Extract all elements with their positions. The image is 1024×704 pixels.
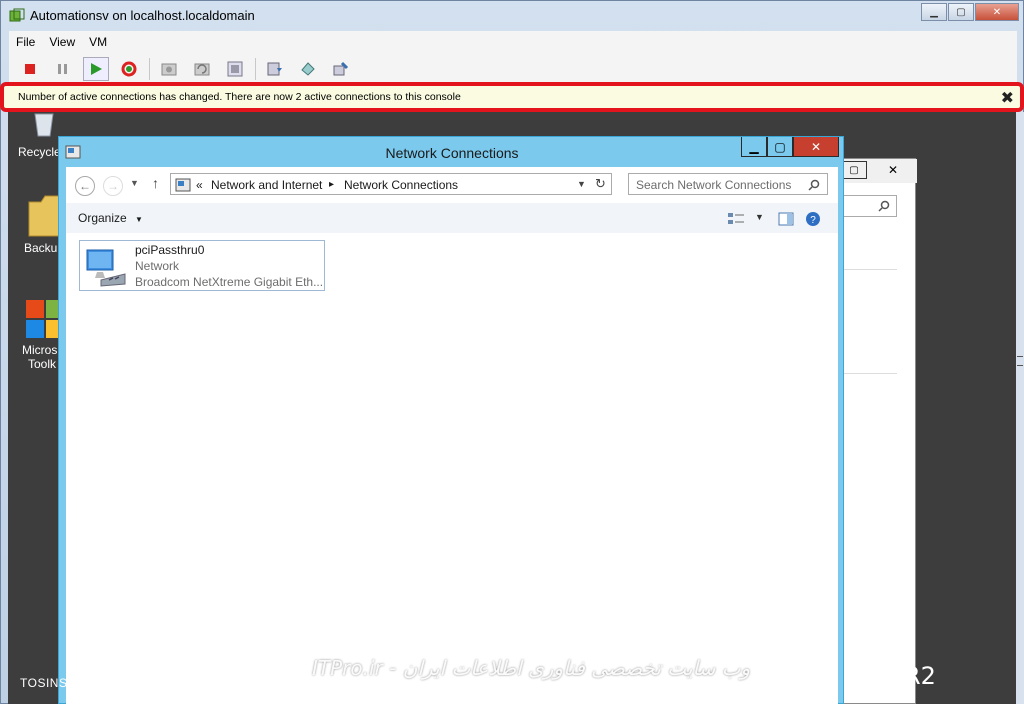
connect-floppy-icon xyxy=(333,61,349,76)
preview-pane-icon[interactable] xyxy=(778,212,794,226)
power-off-icon xyxy=(25,64,35,74)
breadcrumb-separator-icon[interactable]: ▸ xyxy=(329,179,334,190)
edition-label: R2 xyxy=(904,662,936,690)
up-level-button[interactable]: ↑ xyxy=(152,175,159,191)
breadcrumb-overflow[interactable]: « xyxy=(196,178,203,192)
background-window-titlebar: ▢ ✕ xyxy=(841,159,917,183)
toolbar-separator xyxy=(255,58,256,80)
desktop-icon-label: Backu xyxy=(24,241,58,255)
vmware-console-icon xyxy=(9,8,25,22)
address-bar[interactable]: « Network and Internet ▸ Network Connect… xyxy=(170,173,612,195)
network-minimize-button[interactable]: ▁ xyxy=(741,137,767,157)
forward-arrow-icon: → xyxy=(107,179,119,193)
snapshot-icon xyxy=(161,63,177,76)
close-button[interactable]: ✕ xyxy=(975,3,1019,21)
folder-icon xyxy=(28,195,60,237)
close-notification-icon[interactable]: ✖ xyxy=(1001,88,1014,108)
chevron-down-icon: ▼ xyxy=(135,215,143,224)
scroll-grip[interactable] xyxy=(1017,356,1023,366)
toolbar-separator xyxy=(149,58,150,80)
refresh-icon[interactable]: ↻ xyxy=(595,176,606,192)
connection-notification: Number of active connections has changed… xyxy=(0,82,1024,112)
search-icon xyxy=(808,179,820,191)
revert-snapshot-button[interactable] xyxy=(189,57,215,81)
organize-menu[interactable]: Organize ▼ xyxy=(78,211,143,225)
connect-floppy-button[interactable] xyxy=(328,57,354,81)
background-close-button[interactable]: ✕ xyxy=(875,161,911,179)
network-window-content: ← → ▼ ↑ « Network and Internet ▸ Network… xyxy=(66,167,838,704)
search-placeholder: Search Network Connections xyxy=(636,178,792,192)
power-on-icon xyxy=(91,63,102,75)
menu-bar: File View VM xyxy=(9,31,114,53)
vm-settings-icon xyxy=(267,62,282,76)
adapter-status: Network xyxy=(135,259,180,273)
search-input[interactable]: Search Network Connections xyxy=(628,173,828,195)
desktop-icon-label: Micros xyxy=(22,343,58,357)
power-on-button[interactable] xyxy=(83,57,109,81)
view-options-chevron-icon[interactable]: ▼ xyxy=(755,212,764,222)
control-panel-icon xyxy=(175,178,191,192)
forward-button[interactable]: → xyxy=(103,176,123,196)
help-icon[interactable]: ? xyxy=(805,211,821,227)
desktop-icon-backup[interactable]: Backu xyxy=(14,194,64,255)
address-row: ← → ▼ ↑ « Network and Internet ▸ Network… xyxy=(66,167,838,203)
maximize-button[interactable]: ▢ xyxy=(948,3,974,21)
network-window-titlebar[interactable]: Network Connections ▁ ▢ ✕ xyxy=(59,137,845,167)
change-view-icon[interactable] xyxy=(727,212,745,226)
network-close-button[interactable]: ✕ xyxy=(793,137,839,157)
background-search-box[interactable] xyxy=(841,195,897,217)
organize-label: Organize xyxy=(78,211,127,225)
title-bar[interactable]: Automationsv on localhost.localdomain ▁ … xyxy=(1,1,1024,31)
reset-icon xyxy=(121,61,137,77)
connect-cd-icon xyxy=(301,62,315,76)
search-icon xyxy=(878,200,890,212)
divider xyxy=(841,373,897,374)
network-adapter-icon xyxy=(86,249,126,287)
power-off-button[interactable] xyxy=(17,57,43,81)
menu-vm[interactable]: VM xyxy=(82,31,114,53)
svg-text:?: ? xyxy=(810,215,816,226)
adapter-device: Broadcom NetXtreme Gigabit Eth... xyxy=(135,275,324,289)
window-title: Automationsv on localhost.localdomain xyxy=(30,8,255,23)
breadcrumb-network-and-internet[interactable]: Network and Internet xyxy=(211,178,322,192)
network-window-title: Network Connections xyxy=(385,145,519,161)
address-dropdown-icon[interactable]: ▼ xyxy=(577,179,586,189)
snapshot-button[interactable] xyxy=(156,57,182,81)
notification-message: Number of active connections has changed… xyxy=(18,91,461,103)
up-arrow-icon: ↑ xyxy=(152,175,159,191)
suspend-button[interactable] xyxy=(50,57,76,81)
vertical-scrollbar[interactable] xyxy=(1016,112,1024,704)
desktop-icon-label: Recycle xyxy=(18,145,61,159)
snapshot-manager-icon xyxy=(227,61,243,77)
menu-file[interactable]: File xyxy=(9,31,42,53)
back-button[interactable]: ← xyxy=(75,176,95,196)
adapter-name: pciPassthru0 xyxy=(135,243,205,257)
desktop-icon-recycle[interactable]: Recycle xyxy=(12,112,64,159)
network-maximize-button[interactable]: ▢ xyxy=(767,137,793,157)
revert-snapshot-icon xyxy=(194,63,210,76)
recycle-bin-icon xyxy=(34,113,54,137)
toolbar xyxy=(9,55,361,83)
menu-view[interactable]: View xyxy=(42,31,82,53)
background-explorer-window[interactable]: ▢ ✕ xyxy=(840,158,917,704)
snapshot-manager-button[interactable] xyxy=(222,57,248,81)
suspend-icon xyxy=(58,64,67,74)
minimize-button[interactable]: ▁ xyxy=(921,3,947,21)
network-adapter-item[interactable]: pciPassthru0 Network Broadcom NetXtreme … xyxy=(79,240,325,291)
watermark-persian: وب سایت تخصصی فناوری اطلاعات ایران - ITP… xyxy=(312,656,751,680)
recent-locations-chevron-icon[interactable]: ▼ xyxy=(130,178,139,188)
command-bar: Organize ▼ ▼ ? xyxy=(66,203,838,233)
back-arrow-icon: ← xyxy=(79,179,91,193)
vm-settings-button[interactable] xyxy=(262,57,288,81)
watermark-site: TOSINSO.COM xyxy=(20,676,111,690)
desktop-icon-label: Toolk xyxy=(28,357,57,371)
reset-button[interactable] xyxy=(116,57,142,81)
desktop-icon-microsoft-toolkit[interactable]: Micros Toolk xyxy=(14,300,64,371)
breadcrumb-network-connections[interactable]: Network Connections xyxy=(344,178,458,192)
divider xyxy=(841,269,897,270)
connect-cd-button[interactable] xyxy=(295,57,321,81)
network-connections-window: Network Connections ▁ ▢ ✕ ← → ▼ ↑ « Netw… xyxy=(58,136,844,704)
